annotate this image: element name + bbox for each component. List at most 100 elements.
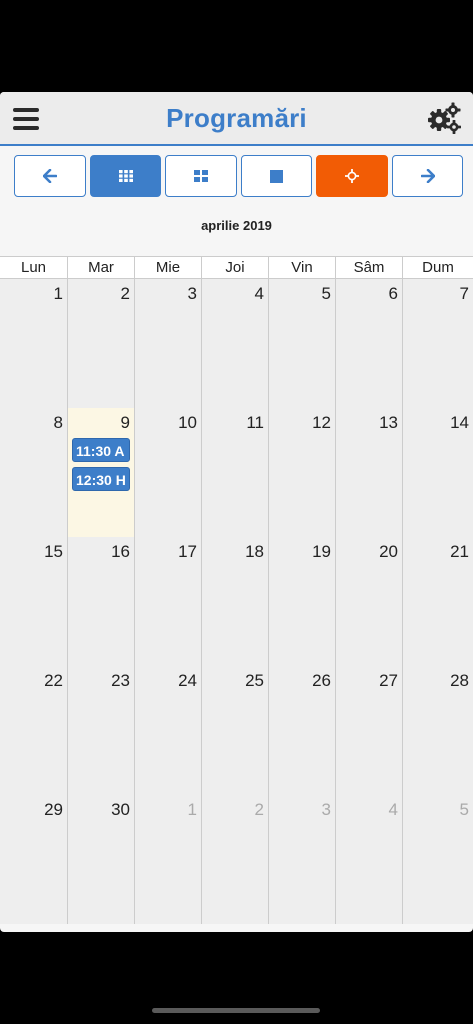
week-view-button[interactable] (165, 155, 237, 197)
day-number: 9 (120, 413, 130, 432)
next-button[interactable] (392, 155, 463, 197)
day-number: 3 (321, 800, 331, 819)
appointment-event[interactable]: 12:30 H (72, 467, 130, 491)
arrow-left-icon (43, 169, 57, 183)
today-button[interactable] (316, 155, 388, 197)
calendar-day-cell[interactable]: 14 (403, 408, 473, 537)
day-number: 28 (450, 671, 469, 690)
weekday-header-row: Lun Mar Mie Joi Vin Sâm Dum (0, 256, 473, 279)
weekday-header: Dum (422, 259, 454, 276)
calendar-day-cell[interactable]: 1 (135, 795, 202, 924)
day-number: 10 (178, 413, 197, 432)
calendar-day-cell[interactable]: 5 (269, 279, 336, 408)
view-toolbar (14, 155, 464, 197)
day-number: 1 (187, 800, 197, 819)
month-calendar: Lun Mar Mie Joi Vin Sâm Dum 1 2 3 4 5 6 7 8 9 11:30 A 12… (0, 256, 473, 924)
day-number: 2 (120, 284, 130, 303)
calendar-day-cell[interactable]: 15 (0, 537, 68, 666)
calendar-day-cell[interactable]: 4 (202, 279, 269, 408)
home-indicator (152, 1008, 320, 1013)
calendar-day-cell[interactable]: 13 (336, 408, 403, 537)
day-number: 15 (44, 542, 63, 561)
weekday-header: Sâm (336, 257, 403, 279)
day-number: 6 (388, 284, 398, 303)
calendar-day-cell[interactable]: 3 (269, 795, 336, 924)
page-title: Programări (166, 102, 307, 133)
calendar-day-cell[interactable]: 18 (202, 537, 269, 666)
day-number: 20 (379, 542, 398, 561)
month-view-button[interactable] (90, 155, 161, 197)
calendar-day-cell[interactable]: 25 (202, 666, 269, 795)
day-number: 16 (111, 542, 130, 561)
calendar-day-cell[interactable]: 27 (336, 666, 403, 795)
day-number: 2 (254, 800, 264, 819)
grid-small-icon (118, 170, 133, 182)
calendar-day-cell[interactable]: 1 (0, 279, 68, 408)
calendar-day-cell[interactable]: 29 (0, 795, 68, 924)
calendar-day-cell[interactable]: 2 (68, 279, 135, 408)
day-number: 22 (44, 671, 63, 690)
calendar-day-cell[interactable]: 19 (269, 537, 336, 666)
calendar-day-cell[interactable]: 28 (403, 666, 473, 795)
calendar-day-cell[interactable]: 5 (403, 795, 473, 924)
day-number: 7 (459, 284, 469, 303)
day-number: 23 (111, 671, 130, 690)
calendar-day-cell[interactable]: 7 (403, 279, 473, 408)
calendar-day-cell[interactable]: 30 (68, 795, 135, 924)
calendar-day-cell[interactable]: 4 (336, 795, 403, 924)
day-number: 17 (178, 542, 197, 561)
day-number: 13 (379, 413, 398, 432)
weekday-header: Vin (269, 257, 336, 279)
day-number: 21 (450, 542, 469, 561)
calendar-day-cell[interactable]: 23 (68, 666, 135, 795)
calendar-day-cell[interactable]: 3 (135, 279, 202, 408)
calendar-week-row: 1 2 3 4 5 6 7 (0, 278, 473, 408)
calendar-day-cell[interactable]: 12 (269, 408, 336, 537)
weekday-header: Joi (202, 257, 269, 279)
calendar-day-cell[interactable]: 8 (0, 408, 68, 537)
day-number: 19 (312, 542, 331, 561)
day-number: 26 (312, 671, 331, 690)
day-number: 3 (187, 284, 197, 303)
calendar-week-row: 22 23 24 25 26 27 28 (0, 665, 473, 795)
calendar-day-cell[interactable]: 22 (0, 666, 68, 795)
calendar-week-row: 29 30 1 2 3 4 5 (0, 794, 473, 924)
prev-button[interactable] (14, 155, 86, 197)
grid-large-icon (194, 170, 208, 182)
crosshair-icon (345, 169, 359, 183)
calendar-day-cell[interactable]: 11 (202, 408, 269, 537)
day-number: 12 (312, 413, 331, 432)
screen: Programări aprilie 2019 Lun Mar Mie Joi … (0, 0, 473, 1024)
gears-icon[interactable] (427, 102, 461, 134)
calendar-day-cell[interactable]: 2 (202, 795, 269, 924)
day-number: 4 (388, 800, 398, 819)
calendar-week-row: 15 16 17 18 19 20 21 (0, 536, 473, 666)
arrow-right-icon (420, 169, 435, 183)
app-container: Programări aprilie 2019 Lun Mar Mie Joi … (0, 92, 473, 932)
calendar-day-cell[interactable]: 20 (336, 537, 403, 666)
calendar-day-cell[interactable]: 9 11:30 A 12:30 H (68, 408, 135, 537)
calendar-day-cell[interactable]: 16 (68, 537, 135, 666)
calendar-day-cell[interactable]: 26 (269, 666, 336, 795)
day-number: 24 (178, 671, 197, 690)
calendar-day-cell[interactable]: 17 (135, 537, 202, 666)
weekday-header: Lun (0, 257, 68, 279)
appointment-event[interactable]: 11:30 A (72, 438, 130, 462)
calendar-day-cell[interactable]: 10 (135, 408, 202, 537)
month-label: aprilie 2019 (201, 218, 272, 233)
day-number: 30 (111, 800, 130, 819)
calendar-week-row: 8 9 11:30 A 12:30 H 10 11 12 13 14 (0, 407, 473, 537)
app-header: Programări (0, 92, 473, 146)
calendar-day-cell[interactable]: 6 (336, 279, 403, 408)
calendar-day-cell[interactable]: 24 (135, 666, 202, 795)
day-view-button[interactable] (241, 155, 312, 197)
hamburger-menu-icon[interactable] (13, 108, 39, 130)
day-number: 25 (245, 671, 264, 690)
day-number: 5 (459, 800, 469, 819)
calendar-day-cell[interactable]: 21 (403, 537, 473, 666)
day-number: 1 (53, 284, 63, 303)
day-number: 4 (254, 284, 264, 303)
day-number: 5 (321, 284, 331, 303)
weekday-header: Mar (68, 257, 135, 279)
day-number: 14 (450, 413, 469, 432)
